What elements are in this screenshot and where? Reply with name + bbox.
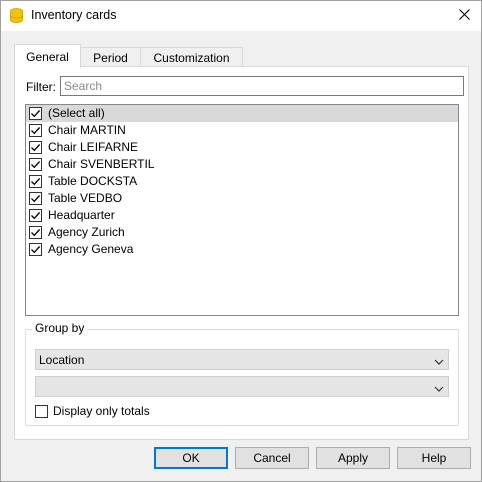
list-item-label: Chair MARTIN — [48, 123, 126, 137]
checkbox-checked[interactable] — [29, 141, 42, 154]
help-button-label: Help — [421, 451, 447, 465]
apply-button-label: Apply — [337, 451, 369, 465]
close-button[interactable] — [447, 1, 481, 31]
group-by-secondary-select[interactable] — [35, 376, 449, 397]
inventory-cards-dialog: Inventory cards General Period Customiza… — [0, 0, 482, 482]
ok-button-label: OK — [182, 451, 200, 465]
tab-customization[interactable]: Customization — [140, 47, 243, 67]
group-by-primary-value: Location — [39, 353, 85, 367]
display-only-totals-checkbox[interactable] — [35, 405, 48, 418]
checkbox-checked[interactable] — [29, 107, 42, 120]
ok-button[interactable]: OK — [154, 447, 228, 469]
checkbox-checked[interactable] — [29, 175, 42, 188]
tab-customization-label: Customization — [153, 50, 230, 65]
list-item[interactable]: Headquarter — [26, 207, 458, 224]
list-item-label: Table DOCKSTA — [48, 174, 138, 188]
checkbox-checked[interactable] — [29, 209, 42, 222]
list-item-select-all[interactable]: (Select all) — [26, 105, 458, 122]
group-by-primary-select[interactable]: Location — [35, 349, 449, 370]
list-item-label: Chair LEIFARNE — [48, 140, 139, 154]
group-by-box: Group by Location Display only totals — [25, 321, 459, 426]
database-icon — [10, 8, 23, 23]
checkbox-checked[interactable] — [29, 124, 42, 137]
checkbox-checked[interactable] — [29, 226, 42, 239]
list-item[interactable]: Chair LEIFARNE — [26, 139, 458, 156]
list-item[interactable]: Table DOCKSTA — [26, 173, 458, 190]
list-item-label: Agency Zurich — [48, 225, 125, 239]
search-input[interactable] — [60, 76, 464, 96]
list-item[interactable]: Chair SVENBERTIL — [26, 156, 458, 173]
checkbox-checked[interactable] — [29, 192, 42, 205]
list-item-label: Chair SVENBERTIL — [48, 157, 155, 171]
list-item[interactable]: Chair MARTIN — [26, 122, 458, 139]
display-only-totals-label: Display only totals — [53, 404, 150, 418]
list-item[interactable]: Agency Zurich — [26, 224, 458, 241]
list-item[interactable]: Agency Geneva — [26, 241, 458, 258]
apply-button[interactable]: Apply — [316, 447, 390, 469]
list-item-label: Headquarter — [48, 208, 115, 222]
tab-general-label: General — [26, 49, 69, 64]
close-icon — [458, 9, 470, 23]
cancel-button[interactable]: Cancel — [235, 447, 309, 469]
list-item-label: Table VEDBO — [48, 191, 123, 205]
title-bar: Inventory cards — [1, 1, 481, 31]
tab-general[interactable]: General — [14, 44, 81, 68]
help-button[interactable]: Help — [397, 447, 471, 469]
chevron-down-icon — [434, 355, 444, 369]
group-by-title: Group by — [32, 321, 88, 335]
general-tab-panel: Filter: (Select all) Chair MARTIN Chair … — [14, 66, 469, 440]
list-item-label: Agency Geneva — [48, 242, 134, 256]
window-title: Inventory cards — [31, 8, 117, 22]
tab-period-label: Period — [93, 50, 128, 65]
filter-label: Filter: — [26, 80, 56, 94]
cancel-button-label: Cancel — [253, 451, 291, 465]
list-item-label: (Select all) — [48, 106, 105, 120]
chevron-down-icon — [434, 382, 444, 396]
checkbox-checked[interactable] — [29, 158, 42, 171]
tab-period[interactable]: Period — [80, 47, 141, 67]
checkbox-checked[interactable] — [29, 243, 42, 256]
items-checklist[interactable]: (Select all) Chair MARTIN Chair LEIFARNE… — [25, 104, 459, 316]
list-item[interactable]: Table VEDBO — [26, 190, 458, 207]
